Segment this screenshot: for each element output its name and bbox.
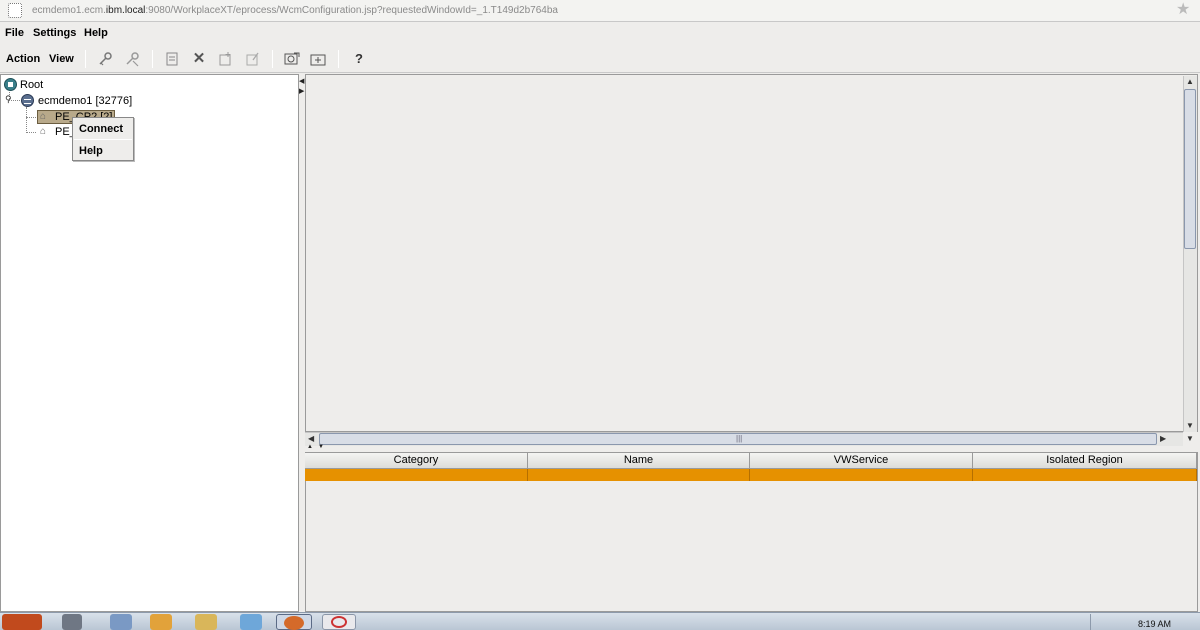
tree-line xyxy=(26,117,36,118)
properties-icon[interactable] xyxy=(163,50,181,68)
toolbar: Action View ✕ ? xyxy=(0,45,1200,73)
menubar: File Settings Help xyxy=(0,23,1200,44)
detail-panel xyxy=(305,74,1198,432)
view-menu[interactable]: View xyxy=(49,53,74,65)
connect-key-icon[interactable] xyxy=(96,50,114,68)
start-button-icon[interactable] xyxy=(2,614,42,630)
page-icon xyxy=(8,3,22,18)
scroll-left-arrow-icon[interactable]: ◀ xyxy=(308,434,314,443)
java-app-taskbar-button[interactable] xyxy=(322,614,356,630)
table-header: Category Name VWService Isolated Region xyxy=(305,453,1197,469)
tree-panel[interactable]: Root ⚲ ecmdemo1 [32776] ⌂ PE_CP2 [2] ⌂ P… xyxy=(0,74,299,612)
collapse-right-arrow-icon[interactable]: ▶ xyxy=(299,88,304,95)
toolbar-separator xyxy=(152,50,153,68)
context-menu-divider xyxy=(74,139,132,140)
scroll-down-arrow-icon[interactable]: ▼ xyxy=(1186,421,1194,430)
browser-address-bar[interactable]: ecmdemo1.ecm.ibm.local:9080/WorkplaceXT/… xyxy=(0,0,1200,22)
tree-node-server[interactable]: ecmdemo1 [32776] xyxy=(38,95,132,107)
action-menu[interactable]: Action xyxy=(6,53,40,65)
vertical-scroll-thumb[interactable] xyxy=(1184,89,1196,249)
tree-node-root[interactable]: Root xyxy=(20,79,43,91)
table-cell[interactable] xyxy=(528,469,750,481)
tree-line xyxy=(26,107,27,133)
toolbar-separator xyxy=(85,50,86,68)
expand-toggle-icon[interactable]: ⚲ xyxy=(5,94,12,105)
collapse-down-arrow-icon[interactable]: ▼ xyxy=(318,444,324,450)
context-menu-help[interactable]: Help xyxy=(79,145,103,157)
commit-icon[interactable] xyxy=(283,50,301,68)
java-icon xyxy=(331,616,347,628)
column-header-isolated-region[interactable]: Isolated Region xyxy=(973,453,1197,469)
delete-icon[interactable]: ✕ xyxy=(190,50,208,68)
menu-help[interactable]: Help xyxy=(84,27,108,39)
context-menu-connect[interactable]: Connect xyxy=(79,123,123,135)
internet-explorer-icon[interactable] xyxy=(240,614,262,630)
new-icon[interactable] xyxy=(216,50,234,68)
server-icon xyxy=(21,94,34,107)
region-icon: ⌂ xyxy=(40,111,47,122)
column-header-name[interactable]: Name xyxy=(528,453,750,469)
scroll-down-arrow-icon[interactable]: ▼ xyxy=(1186,434,1194,443)
app-icon[interactable] xyxy=(150,614,172,630)
clock[interactable]: 8:19 AM xyxy=(1138,619,1171,629)
root-icon xyxy=(4,78,17,91)
collapse-up-arrow-icon[interactable]: ▲ xyxy=(307,444,313,450)
scroll-right-arrow-icon[interactable]: ▶ xyxy=(1160,434,1166,443)
collapse-left-arrow-icon[interactable]: ◀ xyxy=(299,78,304,85)
terminal-icon[interactable] xyxy=(110,614,132,630)
menu-settings[interactable]: Settings xyxy=(33,27,76,39)
region-icon: ⌂ xyxy=(40,126,47,137)
context-menu: Connect Help xyxy=(72,117,134,161)
folder-icon[interactable] xyxy=(195,614,217,630)
tree-line xyxy=(26,132,36,133)
toolbar-separator xyxy=(272,50,273,68)
table-cell[interactable] xyxy=(973,469,1197,481)
firefox-icon xyxy=(284,616,304,630)
table-cell[interactable] xyxy=(305,469,528,481)
edit-icon[interactable] xyxy=(243,50,261,68)
firefox-taskbar-button[interactable] xyxy=(276,614,312,630)
scroll-up-arrow-icon[interactable]: ▲ xyxy=(1186,77,1194,86)
toolbar-separator xyxy=(338,50,339,68)
menu-file[interactable]: File xyxy=(5,27,24,39)
help-icon[interactable]: ? xyxy=(350,50,368,68)
server-manager-icon[interactable] xyxy=(62,614,82,630)
column-header-category[interactable]: Category xyxy=(305,453,528,469)
scroll-grip-icon: ||| xyxy=(736,434,743,443)
disconnect-key-icon[interactable] xyxy=(123,50,141,68)
bookmark-star-icon[interactable]: ★ xyxy=(1176,1,1190,19)
column-header-vwservice[interactable]: VWService xyxy=(750,453,973,469)
url-text[interactable]: ecmdemo1.ecm.ibm.local:9080/WorkplaceXT/… xyxy=(32,5,558,16)
open-folder-icon[interactable] xyxy=(309,50,327,68)
table-row-selected[interactable] xyxy=(305,469,1197,481)
table-cell[interactable] xyxy=(750,469,973,481)
taskbar xyxy=(0,612,1200,630)
